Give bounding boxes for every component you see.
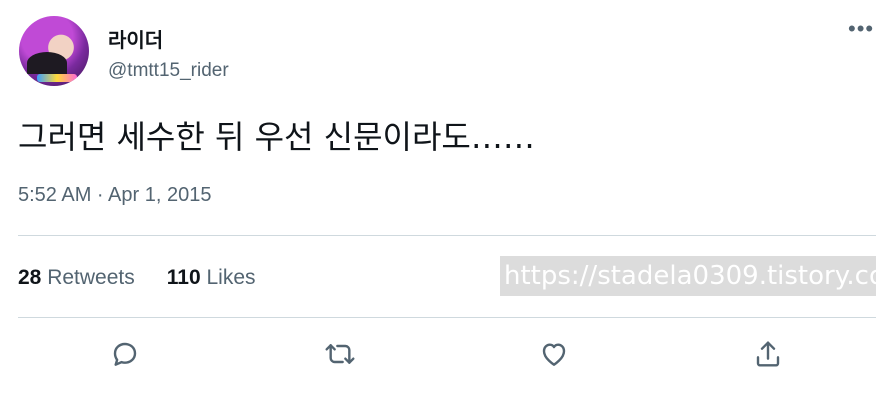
retweet-stat[interactable]: 28 Retweets — [18, 266, 135, 289]
retweet-button[interactable] — [324, 338, 356, 370]
reply-button[interactable] — [109, 338, 141, 370]
divider — [18, 235, 876, 236]
like-button[interactable] — [538, 338, 570, 370]
retweets-label: Retweets — [47, 266, 135, 289]
divider — [18, 317, 876, 318]
engagement-stats: 28 Retweets 110 Likes — [18, 266, 256, 290]
like-icon — [542, 343, 566, 366]
retweet-icon — [325, 344, 355, 364]
share-icon — [756, 341, 780, 367]
avatar-figure — [27, 52, 67, 74]
display-name[interactable]: 라이더 — [108, 24, 163, 53]
user-handle[interactable]: @tmtt15_rider — [108, 60, 229, 82]
watermark: https://stadela0309.tistory.com — [500, 256, 876, 296]
tweet-timestamp[interactable]: 5:52 AM · Apr 1, 2015 — [18, 184, 211, 207]
reply-icon — [113, 342, 137, 366]
likes-label: Likes — [206, 266, 256, 289]
avatar[interactable] — [19, 16, 89, 86]
likes-stat[interactable]: 110 Likes — [167, 266, 256, 289]
more-options-icon[interactable]: ••• — [848, 18, 876, 44]
share-button[interactable] — [752, 338, 784, 370]
avatar-badge — [37, 74, 77, 82]
retweets-count: 28 — [18, 266, 42, 289]
likes-count: 110 — [166, 266, 201, 289]
tweet-text: 그러면 세수한 뒤 우선 신문이라도…… — [18, 118, 535, 156]
